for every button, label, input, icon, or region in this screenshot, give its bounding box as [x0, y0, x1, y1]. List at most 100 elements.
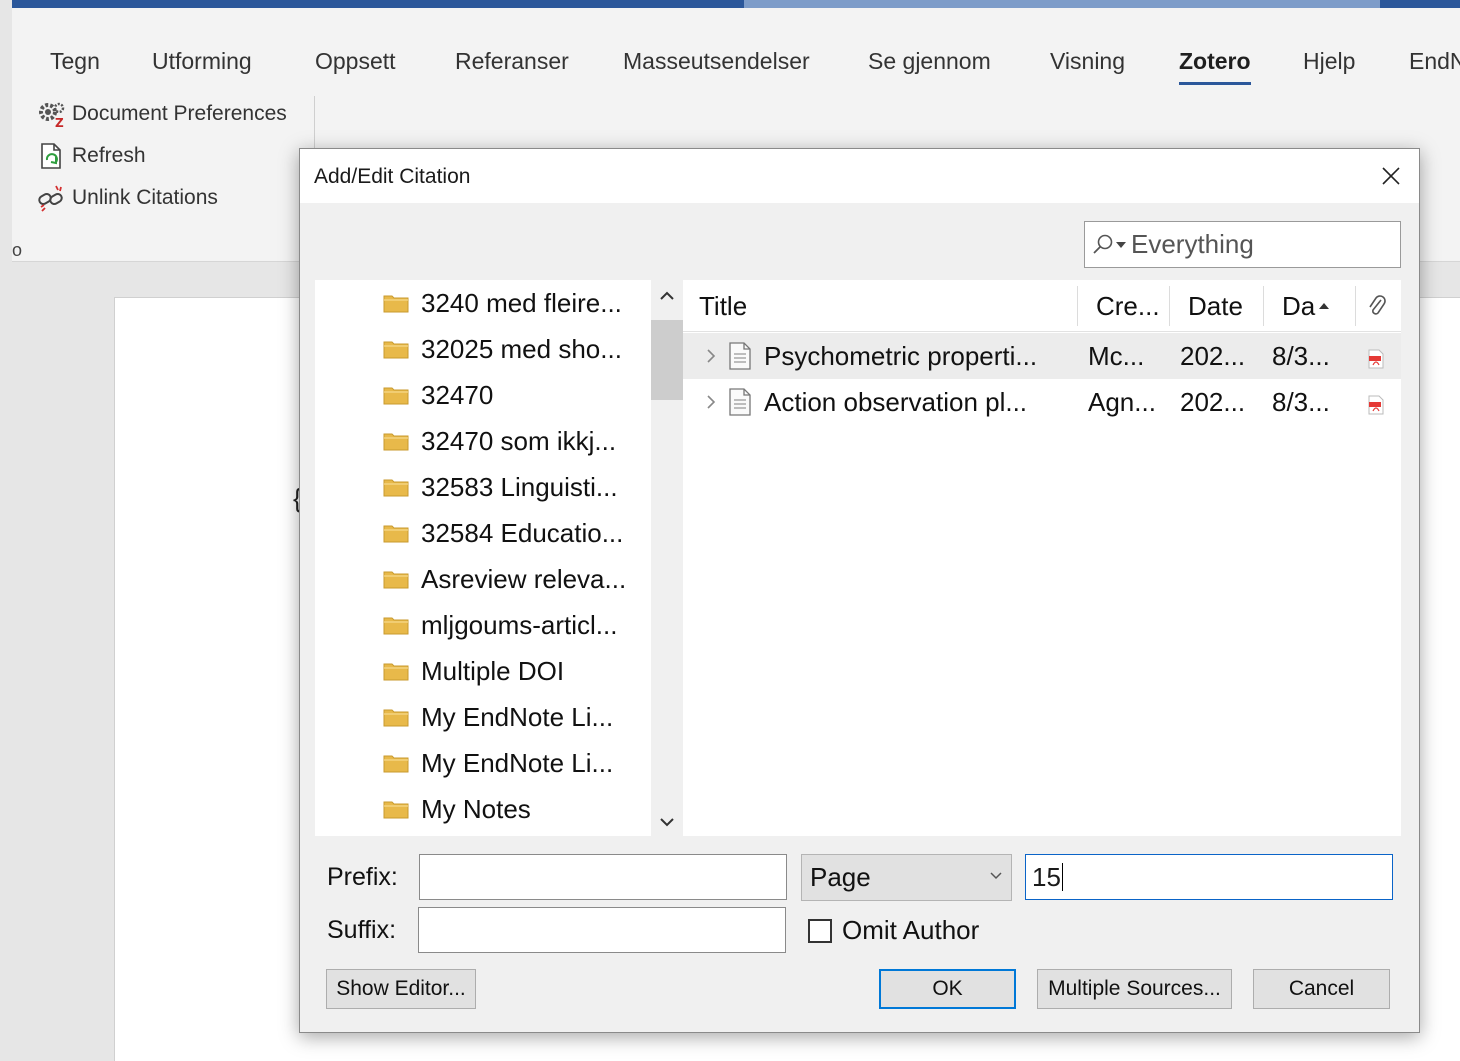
collection-label: Asreview releva... [421, 563, 627, 594]
column-divider[interactable] [1263, 286, 1264, 326]
collection-item[interactable]: 3240 med fleire... [383, 283, 622, 323]
document-icon [729, 388, 751, 416]
document-preferences-button[interactable]: Z Document Preferences [36, 98, 287, 130]
column-attachments[interactable] [1367, 280, 1387, 332]
tab-se-gjennom[interactable]: Se gjennom [868, 48, 991, 75]
locator-input[interactable]: 15 [1025, 854, 1393, 900]
collection-item[interactable]: 32470 som ikkj... [383, 421, 616, 461]
tab-oppsett[interactable]: Oppsett [315, 48, 396, 75]
tab-visning[interactable]: Visning [1050, 48, 1125, 75]
scroll-up-icon[interactable] [657, 286, 677, 306]
column-title[interactable]: Title [699, 280, 747, 332]
collection-label: 32584 Educatio... [421, 517, 624, 548]
refresh-button[interactable]: Refresh [36, 140, 146, 172]
dialog-title-bar[interactable]: Add/Edit Citation [300, 149, 1419, 203]
show-editor-button[interactable]: Show Editor... [326, 969, 476, 1009]
prefix-input[interactable] [419, 854, 787, 900]
search-mode-dropdown[interactable] [1091, 233, 1127, 257]
tab-tegn[interactable]: Tegn [50, 48, 100, 75]
item-date: 202... [1180, 386, 1246, 417]
collection-item[interactable]: 32470 [383, 375, 493, 415]
collection-label: 32025 med sho... [421, 333, 622, 364]
collection-item[interactable]: 32025 med sho... [383, 329, 622, 369]
collections-scrollbar[interactable] [651, 280, 683, 836]
folder-icon [383, 663, 409, 681]
expand-chevron-icon[interactable] [703, 345, 719, 367]
collection-label: 3240 med fleire... [421, 287, 622, 318]
collection-item[interactable]: Multiple DOI [383, 651, 564, 691]
locator-type-select[interactable]: Page [801, 854, 1012, 901]
item-title: Psychometric properti... [764, 340, 1038, 371]
collection-label: 32470 som ikkj... [421, 425, 617, 456]
collection-item[interactable]: My Notes [383, 789, 531, 829]
scroll-down-icon[interactable] [657, 812, 677, 832]
sort-ascending-icon [1319, 303, 1330, 309]
folder-icon [383, 479, 409, 497]
item-creator: Agn... [1088, 386, 1156, 417]
column-divider[interactable] [1355, 286, 1356, 326]
tab-utforming[interactable]: Utforming [152, 48, 252, 75]
chevron-down-icon [1116, 241, 1126, 248]
cancel-button[interactable]: Cancel [1253, 969, 1390, 1009]
search-icon [1093, 234, 1113, 254]
collection-label: 32470 [421, 379, 494, 410]
omit-author-checkbox[interactable]: Omit Author [808, 915, 979, 946]
locator-type-value: Page [810, 862, 871, 892]
expand-chevron-icon[interactable] [703, 391, 719, 413]
collections-pane: 3240 med fleire... 32025 med sho... 3247… [315, 280, 651, 836]
tab-referanser[interactable]: Referanser [455, 48, 569, 75]
column-divider[interactable] [1169, 286, 1170, 326]
multiple-sources-button[interactable]: Multiple Sources... [1037, 969, 1232, 1009]
folder-icon [383, 571, 409, 589]
folder-icon [383, 341, 409, 359]
folder-icon [383, 801, 409, 819]
dialog-title: Add/Edit Citation [314, 165, 471, 188]
item-date-added: 8/3... [1272, 340, 1330, 371]
document-preferences-label: Document Preferences [72, 102, 287, 125]
column-divider[interactable] [1077, 286, 1078, 326]
search-input[interactable]: Everything [1084, 221, 1401, 268]
chevron-down-icon [990, 872, 1002, 880]
tab-endnote[interactable]: EndN [1409, 48, 1460, 75]
tab-masseutsendelser[interactable]: Masseutsendelser [623, 48, 810, 75]
search-mode-value: Everything [1131, 229, 1254, 259]
ok-button[interactable]: OK [879, 969, 1016, 1009]
unlink-citations-button[interactable]: Unlink Citations [36, 182, 218, 214]
folder-icon [383, 433, 409, 451]
unlink-chain-icon [38, 185, 63, 212]
pdf-icon[interactable] [1367, 349, 1385, 369]
checkbox-box[interactable] [808, 918, 832, 943]
tab-zotero[interactable]: Zotero [1179, 48, 1251, 85]
refresh-label: Refresh [72, 144, 146, 167]
omit-author-label: Omit Author [842, 915, 980, 945]
tab-hjelp[interactable]: Hjelp [1303, 48, 1355, 75]
unlink-citations-label: Unlink Citations [72, 186, 218, 209]
item-row[interactable]: Psychometric properti... Mc... 202... 8/… [683, 333, 1401, 379]
collection-label: My Notes [421, 793, 531, 824]
suffix-input[interactable] [418, 907, 786, 953]
column-creator[interactable]: Cre... [1096, 280, 1160, 332]
document-icon [729, 342, 751, 370]
folder-icon [383, 617, 409, 635]
column-date[interactable]: Date [1188, 280, 1243, 332]
prefix-label: Prefix: [327, 863, 398, 891]
close-button[interactable] [1371, 157, 1411, 195]
item-row[interactable]: Action observation pl... Agn... 202... 8… [683, 379, 1401, 425]
pdf-icon[interactable] [1367, 395, 1385, 415]
word-title-bar [12, 0, 1460, 8]
item-title: Action observation pl... [764, 386, 1028, 417]
item-date: 202... [1180, 340, 1246, 371]
collection-label: Multiple DOI [421, 655, 565, 686]
collection-item[interactable]: Asreview releva... [383, 559, 626, 599]
collection-item[interactable]: 32584 Educatio... [383, 513, 623, 553]
collection-item[interactable]: mljgoums-articl... [383, 605, 617, 645]
ribbon-tab-bar: Tegn Utforming Oppsett Referanser Masseu… [12, 8, 1460, 90]
collection-item[interactable]: 32583 Linguisti... [383, 467, 618, 507]
scrollbar-thumb[interactable] [651, 320, 683, 400]
word-search-box[interactable] [744, 0, 1380, 8]
collection-item[interactable]: My EndNote Li... [383, 697, 613, 737]
column-date-added-label: Da [1282, 290, 1316, 321]
collection-label: My EndNote Li... [421, 701, 614, 732]
column-date-added[interactable]: Da [1282, 280, 1331, 332]
collection-item[interactable]: My EndNote Li... [383, 743, 613, 783]
